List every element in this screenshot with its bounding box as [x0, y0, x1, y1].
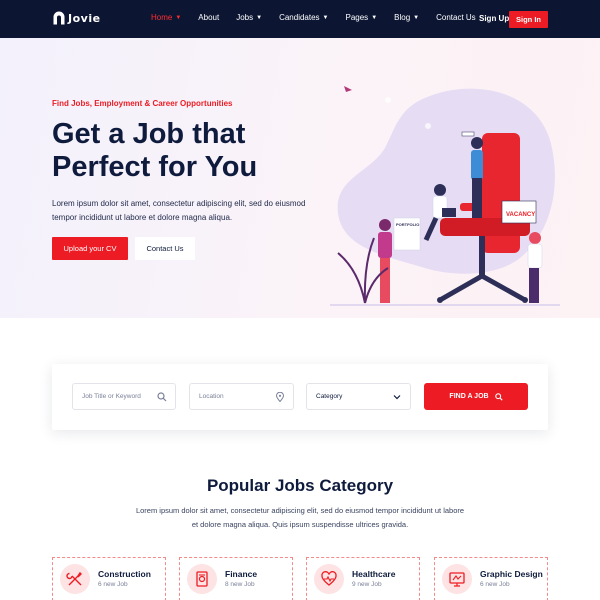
nav-item-contact[interactable]: Contact Us: [436, 13, 476, 22]
location-input[interactable]: Location: [189, 383, 294, 410]
sign-up-link[interactable]: Sign Up: [479, 14, 509, 23]
vacancy-sign-label: VACANCY: [506, 212, 535, 218]
telescope-icon: [461, 131, 475, 137]
hero-title: Get a Job that Perfect for You: [52, 118, 257, 184]
floating-dot: [425, 123, 431, 129]
nav-item-label: Home: [151, 13, 173, 22]
nav-item-candidates[interactable]: Candidates ▼: [279, 13, 328, 22]
nav-item-home[interactable]: Home ▼: [151, 13, 181, 22]
category-name: Construction: [98, 569, 151, 579]
person-head: [471, 137, 483, 149]
chevron-down-icon: ▼: [371, 14, 378, 21]
search-icon: [157, 392, 167, 402]
category-card-finance[interactable]: Finance 8 new Job: [179, 557, 293, 600]
person-head: [379, 219, 391, 231]
person-legs: [380, 258, 390, 303]
category-value: Category: [316, 393, 343, 400]
nav-item-about[interactable]: About: [198, 13, 219, 22]
nav-item-jobs[interactable]: Jobs ▼: [236, 13, 262, 22]
nav-item-label: About: [198, 13, 220, 22]
category-card-healthcare[interactable]: Healthcare 9 new Job: [306, 557, 420, 600]
contact-us-button[interactable]: Contact Us: [135, 237, 195, 260]
hero-title-line-2: Perfect for You: [52, 151, 258, 183]
find-job-label: FIND A JOB: [449, 393, 489, 400]
search-icon: [494, 392, 503, 401]
nav-item-label: Contact Us: [436, 13, 476, 22]
job-search-form: Job Title or Keyword Location Category F…: [52, 364, 548, 430]
person-body: [378, 232, 392, 258]
keyword-input[interactable]: Job Title or Keyword: [72, 383, 176, 410]
keyword-placeholder: Job Title or Keyword: [82, 393, 141, 400]
category-icon-circle: [442, 564, 472, 594]
top-navbar: Jovie Home ▼ About Jobs ▼ Candidates ▼ P…: [0, 0, 600, 38]
category-count: 8 new Job: [225, 581, 255, 588]
floating-dot: [385, 97, 391, 103]
location-placeholder: Location: [199, 393, 224, 400]
chevron-down-icon: ▼: [413, 14, 420, 21]
ground-line: [330, 304, 560, 306]
hero-tagline: Find Jobs, Employment & Career Opportuni…: [52, 99, 233, 108]
paper-plane-icon: [344, 86, 352, 92]
category-count: 6 new Job: [98, 581, 128, 588]
laptop-icon: [442, 208, 456, 217]
person-body: [527, 243, 543, 269]
hero-illustration: VACANCY PORTFOLIO: [330, 86, 560, 306]
main-menu: Home ▼ About Jobs ▼ Candidates ▼ Pages ▼…: [151, 13, 493, 22]
brand-logo[interactable]: Jovie: [53, 11, 101, 25]
category-name: Healthcare: [352, 569, 396, 579]
finance-icon: [196, 571, 208, 587]
hero-title-line-1: Get a Job that: [52, 118, 246, 150]
tools-icon: [66, 571, 82, 586]
hero-description: Lorem ipsum dolor sit amet, consectetur …: [52, 199, 306, 222]
nav-item-label: Blog: [394, 13, 411, 22]
section-description: Lorem ipsum dolor sit amet, consectetur …: [135, 506, 465, 529]
nav-item-label: Pages: [345, 13, 369, 22]
chair-base: [438, 273, 527, 303]
category-icon-circle: [60, 564, 90, 594]
design-icon: [449, 572, 465, 587]
nav-item-pages[interactable]: Pages ▼: [346, 13, 378, 22]
category-card-construction[interactable]: Construction 6 new Job: [52, 557, 166, 600]
nav-item-blog[interactable]: Blog ▼: [394, 13, 419, 22]
person-body: [471, 150, 483, 180]
category-icon-circle: [187, 564, 217, 594]
category-name: Finance: [225, 569, 258, 579]
chevron-down-icon: [393, 395, 401, 400]
chevron-down-icon: ▼: [256, 14, 263, 21]
chevron-down-icon: ▼: [175, 14, 182, 21]
logo-icon: [53, 11, 65, 25]
category-count: 6 new Job: [480, 581, 510, 588]
person-legs: [529, 268, 539, 303]
person-head: [434, 184, 446, 196]
category-icon-circle: [314, 564, 344, 594]
brand-name: Jovie: [68, 11, 101, 25]
find-job-button[interactable]: FIND A JOB: [424, 383, 528, 410]
category-card-graphic-design[interactable]: Graphic Design 6 new Job: [434, 557, 548, 600]
category-name: Graphic Design: [480, 569, 543, 579]
portfolio-card-label: PORTFOLIO: [396, 222, 419, 227]
sign-in-button[interactable]: Sign In: [509, 11, 548, 28]
person-head: [529, 232, 541, 244]
chair-pole: [479, 236, 485, 276]
section-title: Popular Jobs Category: [206, 476, 394, 495]
chair-wheel: [522, 297, 528, 303]
location-pin-icon: [275, 392, 285, 402]
category-select[interactable]: Category: [306, 383, 411, 410]
heart-pulse-icon: [321, 571, 337, 586]
hero-section: Find Jobs, Employment & Career Opportuni…: [0, 38, 600, 318]
nav-item-label: Candidates: [279, 13, 320, 22]
chair-wheel: [437, 297, 443, 303]
category-count: 9 new Job: [352, 581, 382, 588]
person-legs: [472, 178, 482, 218]
upload-cv-button[interactable]: Upload your CV: [52, 237, 128, 260]
chevron-down-icon: ▼: [322, 14, 329, 21]
nav-item-label: Jobs: [236, 13, 254, 22]
